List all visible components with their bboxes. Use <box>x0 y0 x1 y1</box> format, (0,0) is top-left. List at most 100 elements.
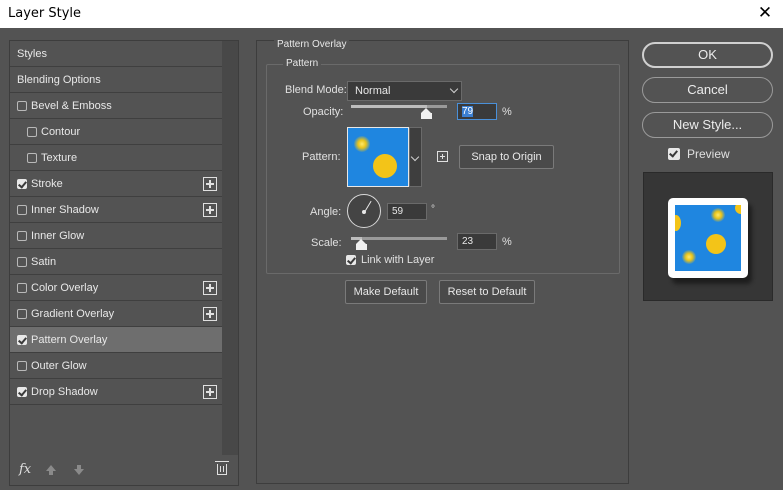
opacity-unit: % <box>502 106 512 118</box>
fx-icon[interactable]: fx <box>19 462 31 477</box>
ok-button[interactable]: OK <box>642 42 773 68</box>
snap-to-origin-button[interactable]: Snap to Origin <box>459 145 554 169</box>
style-item-label: Stroke <box>31 178 63 190</box>
style-checkbox[interactable] <box>27 127 37 137</box>
move-up-icon[interactable] <box>46 465 56 475</box>
style-item-inner-glow[interactable]: Inner Glow <box>10 223 222 249</box>
link-with-layer-label: Link with Layer <box>361 254 435 266</box>
style-item-label: Inner Glow <box>31 230 85 242</box>
opacity-slider-thumb[interactable] <box>421 108 433 119</box>
preview-card <box>668 198 748 278</box>
preview-checkbox-wrap <box>668 148 680 160</box>
style-checkbox[interactable] <box>17 387 27 397</box>
style-item-outer-glow[interactable]: Outer Glow <box>10 353 222 379</box>
angle-label: Angle: <box>310 206 342 218</box>
add-effect-icon[interactable] <box>203 385 217 399</box>
style-item-label: Drop Shadow <box>31 386 98 398</box>
add-effect-icon[interactable] <box>203 177 217 191</box>
pattern-dot <box>711 208 725 222</box>
pattern-picker-button[interactable] <box>409 127 422 187</box>
style-item-color-overlay[interactable]: Color Overlay <box>10 275 222 301</box>
trash-icon[interactable] <box>215 461 229 475</box>
chevron-down-icon <box>449 84 459 94</box>
cancel-button[interactable]: Cancel <box>642 77 773 103</box>
style-item-blending-options[interactable]: Blending Options <box>10 67 222 93</box>
style-checkbox[interactable] <box>17 309 27 319</box>
scale-unit: % <box>502 236 512 248</box>
style-checkbox[interactable] <box>27 153 37 163</box>
pattern-dot <box>373 154 397 178</box>
angle-hub <box>362 210 366 214</box>
style-item-texture[interactable]: Texture <box>10 145 222 171</box>
style-item-label: Color Overlay <box>31 282 99 294</box>
style-item-label: Pattern Overlay <box>31 334 108 346</box>
pattern-dot <box>735 205 741 214</box>
style-checkbox[interactable] <box>17 361 27 371</box>
opacity-input[interactable]: 79 <box>457 103 497 120</box>
close-icon[interactable]: ✕ <box>755 3 775 23</box>
blend-mode-label: Blend Mode: <box>285 84 347 96</box>
scale-slider-thumb[interactable] <box>356 239 368 250</box>
subgroup-title: Pattern <box>283 58 322 69</box>
style-item-gradient-overlay[interactable]: Gradient Overlay <box>10 301 222 327</box>
style-item-bevel-emboss[interactable]: Bevel & Emboss <box>10 93 222 119</box>
chevron-down-icon <box>410 152 420 162</box>
opacity-label: Opacity: <box>303 106 344 118</box>
window-title: Layer Style <box>8 6 82 21</box>
link-with-layer-checkbox[interactable] <box>346 255 356 265</box>
styles-scrollbar[interactable] <box>222 41 238 455</box>
group-title: Pattern Overlay <box>274 39 350 50</box>
style-item-label: Styles <box>17 48 47 60</box>
pattern-swatch[interactable] <box>347 127 409 187</box>
style-checkbox[interactable] <box>17 231 27 241</box>
style-checkbox[interactable] <box>17 335 27 345</box>
pattern-dot <box>354 136 370 152</box>
add-effect-icon[interactable] <box>203 281 217 295</box>
style-item-stroke[interactable]: Stroke <box>10 171 222 197</box>
angle-dial[interactable] <box>347 194 381 228</box>
style-item-drop-shadow[interactable]: Drop Shadow <box>10 379 222 405</box>
pattern-dot <box>682 250 696 264</box>
style-item-satin[interactable]: Satin <box>10 249 222 275</box>
pattern-dot <box>675 215 681 231</box>
style-item-label: Inner Shadow <box>31 204 99 216</box>
pattern-label: Pattern: <box>302 151 341 163</box>
style-checkbox[interactable] <box>17 179 27 189</box>
pattern-dot <box>706 234 726 254</box>
styles-footer: fx <box>10 455 238 485</box>
scale-label: Scale: <box>311 237 342 249</box>
opacity-slider[interactable] <box>351 105 447 108</box>
preview-checkbox[interactable] <box>668 148 680 160</box>
styles-list: Styles Blending Options Bevel & Emboss Cont… <box>10 41 222 405</box>
style-item-contour[interactable]: Contour <box>10 119 222 145</box>
new-preset-icon[interactable] <box>437 151 448 162</box>
style-item-label: Satin <box>31 256 57 268</box>
scale-input[interactable]: 23 <box>457 233 497 250</box>
pattern-overlay-panel: Pattern Overlay Pattern Blend Mode: Norm… <box>256 39 629 484</box>
style-item-label: Outer Glow <box>31 360 87 372</box>
make-default-button[interactable]: Make Default <box>345 280 427 304</box>
style-checkbox[interactable] <box>17 101 27 111</box>
styles-panel: Styles Blending Options Bevel & Emboss Cont… <box>9 40 239 486</box>
style-checkbox[interactable] <box>17 205 27 215</box>
style-item-inner-shadow[interactable]: Inner Shadow <box>10 197 222 223</box>
angle-unit: ° <box>431 204 435 215</box>
preview-label: Preview <box>687 147 730 161</box>
opacity-slider-fill <box>351 105 427 108</box>
add-effect-icon[interactable] <box>203 307 217 321</box>
style-item-label: Gradient Overlay <box>31 308 115 320</box>
style-item-pattern-overlay[interactable]: Pattern Overlay <box>10 327 222 353</box>
new-style-button[interactable]: New Style... <box>642 112 773 138</box>
style-checkbox[interactable] <box>17 257 27 267</box>
style-preview <box>643 172 773 301</box>
style-item-styles[interactable]: Styles <box>10 41 222 67</box>
style-item-label: Texture <box>41 152 78 164</box>
preview-pattern <box>675 205 741 271</box>
style-checkbox[interactable] <box>17 283 27 293</box>
reset-to-default-button[interactable]: Reset to Default <box>439 280 535 304</box>
add-effect-icon[interactable] <box>203 203 217 217</box>
angle-input[interactable]: 59 <box>387 203 427 220</box>
style-item-label: Blending Options <box>17 74 101 86</box>
blend-mode-select[interactable]: Normal <box>347 81 462 101</box>
title-bar: Layer Style ✕ <box>0 0 783 28</box>
